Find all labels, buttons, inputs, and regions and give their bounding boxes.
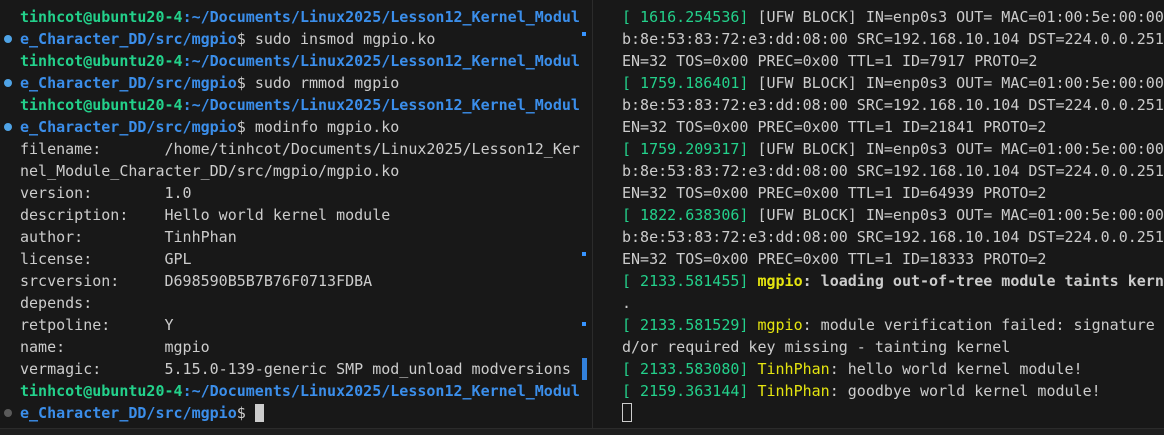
output-line: description: Hello world kernel module <box>20 206 391 224</box>
command-decoration-icon[interactable] <box>4 123 12 131</box>
command-line: e_Character_DD/src/mgpio$ sudo insmod mg… <box>4 28 580 50</box>
command-line-active[interactable]: e_Character_DD/src/mgpio$ <box>4 402 580 424</box>
output-line: filename: /home/tinhcot/Documents/Linux2… <box>20 140 580 158</box>
output-line: author: TinhPhan <box>20 228 237 246</box>
output-line: nel_Module_Character_DD/src/mgpio/mgpio.… <box>20 162 400 180</box>
command-decoration-icon[interactable] <box>4 409 12 417</box>
terminal-right[interactable]: [ 1616.254536] [UFW BLOCK] IN=enp0s3 OUT… <box>598 0 1164 428</box>
command-text: sudo insmod mgpio.ko <box>254 30 436 48</box>
log-line: EN=32 TOS=0x00 PREC=0x00 TTL=1 ID=21841 … <box>622 118 1047 136</box>
log-line: [ 1759.209317] [UFW BLOCK] IN=enp0s3 OUT… <box>622 140 1164 158</box>
log-line: [ 2133.581455] mgpio: loading out-of-tre… <box>622 272 1164 290</box>
command-line: e_Character_DD/src/mgpio$ sudo rmmod mgp… <box>4 72 580 94</box>
scroll-thumb[interactable] <box>582 358 587 380</box>
output-line: depends: <box>20 294 93 312</box>
command-text: modinfo mgpio.ko <box>254 118 400 136</box>
log-line: [ 1822.638306] [UFW BLOCK] IN=enp0s3 OUT… <box>622 206 1164 224</box>
command-decoration-icon[interactable] <box>4 79 12 87</box>
prompt-line: tinhcot@ubuntu20-4:~/Documents/Linux2025… <box>20 8 580 26</box>
log-line: b:8e:53:83:72:e3:dd:08:00 SRC=192.168.10… <box>622 162 1164 180</box>
text-cursor <box>254 404 264 422</box>
log-line: EN=32 TOS=0x00 PREC=0x00 TTL=1 ID=18333 … <box>622 250 1047 268</box>
output-line: srcversion: D698590B5B7B76F0713FDBA <box>20 272 373 290</box>
output-line: license: GPL <box>20 250 192 268</box>
log-line: b:8e:53:83:72:e3:dd:08:00 SRC=192.168.10… <box>622 30 1164 48</box>
terminal-left[interactable]: tinhcot@ubuntu20-4:~/Documents/Linux2025… <box>0 0 580 428</box>
log-line: [ 2159.363144] TinhPhan: goodbye world k… <box>622 382 1101 400</box>
log-line: [ 1616.254536] [UFW BLOCK] IN=enp0s3 OUT… <box>622 8 1164 26</box>
log-line: EN=32 TOS=0x00 PREC=0x00 TTL=1 ID=64939 … <box>622 184 1047 202</box>
log-line: [ 2133.583080] TinhPhan: hello world ker… <box>622 360 1083 378</box>
command-line: e_Character_DD/src/mgpio$ modinfo mgpio.… <box>4 116 580 138</box>
scroll-marker <box>582 32 586 36</box>
log-line: b:8e:53:83:72:e3:dd:08:00 SRC=192.168.10… <box>622 96 1164 114</box>
output-line: retpoline: Y <box>20 316 174 334</box>
command-text: sudo rmmod mgpio <box>254 74 400 92</box>
pane-divider[interactable] <box>592 0 593 428</box>
log-line: . <box>622 294 632 312</box>
scroll-marker <box>582 322 586 326</box>
output-line: version: 1.0 <box>20 184 192 202</box>
prompt-line: tinhcot@ubuntu20-4:~/Documents/Linux2025… <box>20 382 580 400</box>
log-line: b:8e:53:83:72:e3:dd:08:00 SRC=192.168.10… <box>622 228 1164 246</box>
command-decoration-icon[interactable] <box>4 35 12 43</box>
input-line[interactable] <box>622 402 1164 424</box>
prompt-line: tinhcot@ubuntu20-4:~/Documents/Linux2025… <box>20 52 580 70</box>
left-scrollbar[interactable] <box>582 0 590 428</box>
scroll-marker <box>582 252 586 256</box>
text-cursor <box>622 403 632 422</box>
log-line: d/or required key missing - tainting ker… <box>622 338 1011 356</box>
output-line: vermagic: 5.15.0-139-generic SMP mod_unl… <box>20 360 571 378</box>
output-line: name: mgpio <box>20 338 210 356</box>
prompt-line: tinhcot@ubuntu20-4:~/Documents/Linux2025… <box>20 96 580 114</box>
log-line: [ 1759.186401] [UFW BLOCK] IN=enp0s3 OUT… <box>622 74 1164 92</box>
log-line: [ 2133.581529] mgpio: module verificatio… <box>622 316 1164 334</box>
log-line: EN=32 TOS=0x00 PREC=0x00 TTL=1 ID=7917 P… <box>622 52 1038 70</box>
